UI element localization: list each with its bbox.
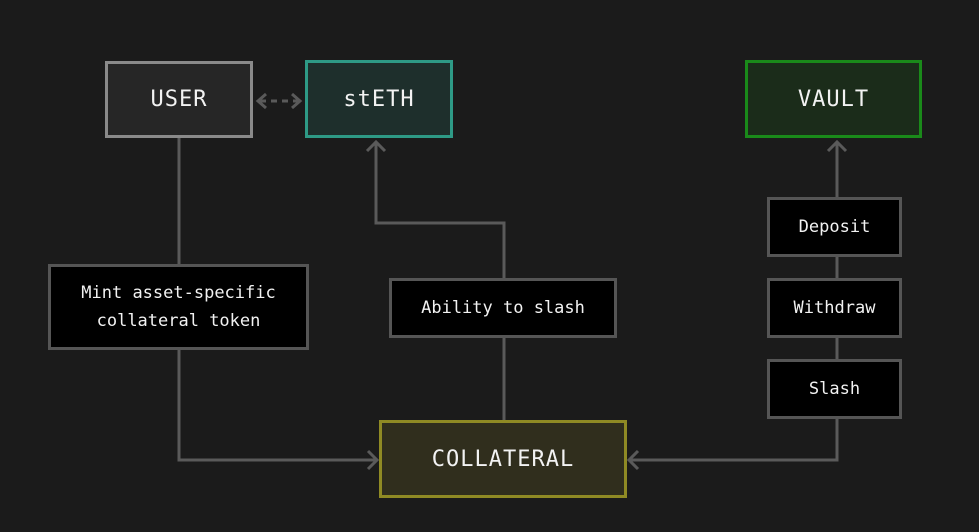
withdraw-node: Withdraw bbox=[767, 278, 902, 338]
withdraw-label: Withdraw bbox=[793, 298, 876, 318]
vault-node: VAULT bbox=[745, 60, 922, 138]
edge-mint-collateral bbox=[177, 350, 377, 462]
user-node: USER bbox=[105, 61, 253, 138]
vault-label: VAULT bbox=[797, 86, 870, 112]
steth-node: stETH bbox=[305, 60, 453, 138]
ability-to-slash-node: Ability to slash bbox=[389, 278, 617, 338]
mint-token-node: Mint asset-specific collateral token bbox=[48, 264, 309, 350]
collateral-label: COLLATERAL bbox=[431, 446, 575, 472]
edge-slash-collateral bbox=[629, 419, 839, 462]
deposit-label: Deposit bbox=[798, 217, 871, 237]
ability-label: Ability to slash bbox=[421, 298, 585, 318]
steth-label: stETH bbox=[343, 86, 415, 112]
mint-label-line1: Mint asset-specific bbox=[81, 283, 276, 303]
mint-label-line2: collateral token bbox=[96, 311, 261, 331]
edge-ability-steth bbox=[374, 142, 506, 278]
slash-node: Slash bbox=[767, 359, 902, 419]
user-label: USER bbox=[150, 87, 208, 112]
deposit-node: Deposit bbox=[767, 197, 902, 257]
collateral-node: COLLATERAL bbox=[379, 420, 627, 498]
slash-label: Slash bbox=[808, 379, 861, 399]
